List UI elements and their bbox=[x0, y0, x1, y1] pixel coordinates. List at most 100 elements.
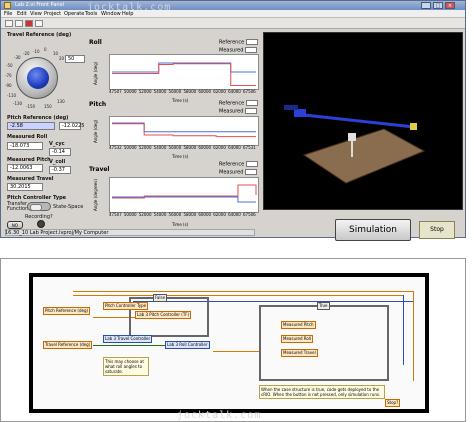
x-tick-label: 47507 bbox=[109, 212, 122, 217]
menu-edit[interactable]: Edit bbox=[17, 11, 27, 17]
series-line-reference bbox=[112, 122, 256, 133]
roll-chart[interactable] bbox=[109, 54, 259, 90]
knob-tick: 130 bbox=[57, 99, 65, 104]
measured-roll-label: Measured Roll bbox=[7, 134, 48, 140]
legend-swatch bbox=[246, 39, 259, 45]
deploy-case-structure[interactable]: True Measured Pitch Measured Roll Measur… bbox=[259, 302, 389, 381]
x-tick-label: 56000 bbox=[168, 212, 182, 217]
output-measured-roll: Measured Roll bbox=[281, 335, 314, 343]
case-selector-true[interactable]: True bbox=[317, 302, 330, 310]
travel-reference-value[interactable]: 50 bbox=[65, 55, 85, 63]
pitch-reference-slider[interactable]: -2.58 bbox=[7, 122, 55, 130]
run-continuously-icon[interactable] bbox=[15, 20, 23, 27]
pause-icon[interactable] bbox=[35, 20, 43, 27]
menu-help[interactable]: Help bbox=[122, 11, 133, 17]
pitch-chart[interactable] bbox=[109, 116, 259, 146]
state-space-option: State-Space bbox=[53, 204, 84, 210]
window-title: Lab 2.vi Front Panel bbox=[15, 2, 65, 8]
x-tick-label: 50000 bbox=[123, 145, 137, 150]
travel-chart[interactable] bbox=[109, 177, 259, 213]
wire bbox=[213, 351, 259, 352]
pitch-controller-type-switch[interactable] bbox=[27, 202, 51, 211]
roll-y-axis-title: Angle (deg) bbox=[93, 61, 98, 85]
block-diagram-frame: False Lab 3 Pitch Controller (TF) True M… bbox=[29, 273, 429, 413]
knob-tick: -30 bbox=[14, 55, 21, 60]
helicopter-model-icon bbox=[284, 105, 426, 184]
menu-window[interactable]: Window bbox=[101, 11, 121, 17]
v-cyc-label: V_cyc bbox=[49, 141, 65, 147]
minimize-icon[interactable]: _ bbox=[421, 2, 431, 9]
pitch-x-axis-title: Time (s) bbox=[172, 154, 189, 159]
x-tick-label: 67506 bbox=[243, 212, 256, 217]
helicopter-3d-view[interactable] bbox=[263, 32, 463, 210]
menu-view[interactable]: View bbox=[30, 11, 42, 17]
no-button[interactable]: NO bbox=[7, 221, 23, 229]
knob-tick: -110 bbox=[7, 93, 17, 98]
lab3-roll-controller-node[interactable]: Lab 3 Roll Controller bbox=[165, 341, 210, 349]
legend-swatch bbox=[245, 169, 258, 175]
lab3-travel-controller-node[interactable]: Lab 3 Travel Controller bbox=[103, 335, 153, 343]
x-tick-label: 50000 bbox=[123, 212, 137, 217]
output-measured-pitch: Measured Pitch bbox=[281, 321, 316, 329]
lab3-pitch-controller-node[interactable]: Lab 3 Pitch Controller (TF) bbox=[135, 311, 192, 319]
v-coll-label: V_coll bbox=[49, 159, 66, 165]
travel-x-axis-title: Time (s) bbox=[172, 222, 189, 227]
x-tick-label: 67506 bbox=[243, 89, 256, 94]
run-arrow-icon[interactable] bbox=[5, 20, 13, 27]
series-line-reference bbox=[112, 62, 256, 73]
legend-text: Reference bbox=[219, 161, 245, 168]
saturation-note: This may choose at what roll angles to s… bbox=[103, 357, 149, 376]
knob-tick: -10 bbox=[33, 49, 40, 54]
travel-reference-knob-area: -10 0 10 -20 20 -30 -50 -70 -90 -110 -13… bbox=[5, 47, 66, 109]
menu-file[interactable]: File bbox=[4, 11, 12, 17]
pitch-controller-type-terminal[interactable]: Pitch Controller Type bbox=[103, 302, 149, 310]
x-tick-label: 62000 bbox=[213, 145, 226, 150]
menu-project[interactable]: Project bbox=[44, 11, 61, 17]
travel-reference-label: Travel Reference (deg) bbox=[7, 32, 72, 38]
legend-swatch bbox=[246, 161, 259, 167]
pitch-reference-value[interactable]: -12.0225 bbox=[59, 122, 84, 130]
knob-tick: 20 bbox=[59, 56, 65, 61]
x-tick-label: 64000 bbox=[228, 212, 241, 217]
knob-tick: -20 bbox=[23, 51, 30, 56]
knob-tick: 0 bbox=[44, 47, 47, 52]
v-cyc-value: -0.14 bbox=[49, 148, 71, 156]
stop-terminal[interactable]: Stop? bbox=[385, 399, 401, 407]
travel-legend-measured: Measured bbox=[219, 169, 258, 176]
pitch-reference-terminal[interactable]: Pitch Reference (deg) bbox=[43, 307, 91, 315]
knob-tick: -50 bbox=[6, 63, 13, 68]
menu-tools[interactable]: Tools bbox=[85, 11, 97, 17]
x-tick-label: 52000 bbox=[138, 212, 152, 217]
roll-x-axis-title: Time (s) bbox=[172, 98, 189, 103]
x-tick-label: 62000 bbox=[213, 212, 226, 217]
maximize-icon[interactable]: □ bbox=[433, 2, 443, 9]
chart-plot-area bbox=[112, 122, 256, 138]
toolbar bbox=[1, 18, 465, 29]
menu-operate[interactable]: Operate bbox=[64, 11, 84, 17]
x-tick-label: 64000 bbox=[228, 145, 241, 150]
transfer-function-option: Transfer Function bbox=[7, 201, 29, 212]
pitch-legend-measured: Measured bbox=[219, 108, 258, 115]
menu-bar: File Edit View Project Operate Tools Win… bbox=[1, 10, 465, 18]
simulation-button[interactable]: Simulation bbox=[335, 219, 411, 241]
measured-pitch-label: Measured Pitch bbox=[7, 157, 51, 163]
case-selector-false[interactable]: False bbox=[153, 294, 168, 302]
measured-travel-value: 30.2015 bbox=[7, 183, 43, 191]
pitch-y-axis-title: Angle (deg) bbox=[93, 119, 98, 143]
x-tick-label: 62000 bbox=[213, 89, 226, 94]
abort-icon[interactable] bbox=[25, 20, 33, 27]
travel-legend-reference: Reference bbox=[219, 161, 259, 168]
output-measured-travel: Measured Travel bbox=[281, 349, 318, 357]
knob-tick: -150 bbox=[26, 104, 36, 109]
x-tick-label: 60000 bbox=[198, 89, 212, 94]
travel-chart-title: Travel bbox=[89, 166, 110, 173]
roll-chart-title: Roll bbox=[89, 39, 102, 46]
close-icon[interactable]: × bbox=[445, 2, 455, 9]
x-tick-label: 54000 bbox=[153, 89, 167, 94]
recording-led[interactable] bbox=[37, 220, 45, 228]
travel-reference-terminal[interactable]: Travel Reference (deg) bbox=[43, 341, 93, 349]
stop-button[interactable]: Stop bbox=[419, 221, 455, 239]
travel-y-axis-title: Angle (degrees) bbox=[93, 179, 98, 211]
x-tick-label: 60000 bbox=[198, 212, 212, 217]
knob-tick: 150 bbox=[44, 104, 52, 109]
